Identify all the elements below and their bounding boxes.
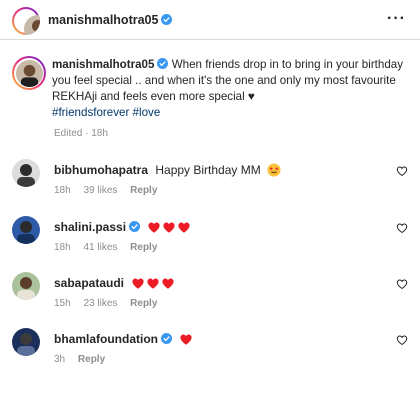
comment-body: bibhumohapatra Happy Birthday MM (54, 163, 282, 177)
post-header: manishmalhotra05 ··· (0, 0, 420, 40)
comment-time: 15h (54, 298, 71, 309)
comment-likes[interactable]: 23 likes (83, 298, 117, 309)
reply-button[interactable]: Reply (130, 242, 157, 253)
caption-author-avatar[interactable] (12, 56, 46, 90)
commenter-avatar[interactable] (12, 272, 40, 300)
three-red-hearts-icon (147, 220, 192, 234)
three-red-hearts-icon (131, 276, 176, 290)
avatar-image (24, 15, 40, 35)
caption-author-username[interactable]: manishmalhotra05 (52, 58, 154, 71)
comment-item: bhamlafoundation 3h Reply (12, 328, 408, 378)
commenter-avatar[interactable] (12, 328, 40, 356)
comment-likes[interactable]: 39 likes (83, 185, 117, 196)
like-heart-icon[interactable] (396, 334, 408, 346)
caption-edited-time: Edited · 18h (54, 128, 108, 139)
post-author-username[interactable]: manishmalhotra05 (48, 13, 173, 27)
commenter-username[interactable]: bibhumohapatra (54, 163, 148, 177)
comment-meta: 18h 41 likes Reply (54, 242, 167, 253)
comment-meta: 18h 39 likes Reply (54, 185, 167, 196)
reply-button[interactable]: Reply (130, 298, 157, 309)
verified-badge-icon (129, 221, 141, 232)
commenter-username[interactable]: shalini.passi (54, 220, 126, 234)
avatar-image (15, 59, 43, 87)
reply-button[interactable]: Reply (130, 185, 157, 196)
commenter-username[interactable]: sabapataudi (54, 276, 124, 290)
comment-body: sabapataudi (54, 276, 176, 290)
verified-badge-icon (161, 14, 173, 25)
commenter-username[interactable]: bhamlafoundation (54, 332, 158, 346)
comment-time: 3h (54, 354, 66, 365)
verified-badge-icon (161, 333, 172, 344)
commenter-avatar[interactable] (12, 159, 40, 187)
comment-meta: 3h Reply (54, 354, 115, 365)
comment-body: shalini.passi (54, 220, 192, 234)
reply-button[interactable]: Reply (78, 354, 105, 365)
comment-item: bibhumohapatra Happy Birthday MM 18h 39 … (12, 159, 408, 209)
verified-badge-icon (157, 58, 169, 69)
caption-text: manishmalhotra05 When friends drop in to… (52, 57, 408, 121)
comment-text: Happy Birthday MM (155, 163, 261, 177)
more-options-icon[interactable]: ··· (387, 10, 406, 28)
comment-meta: 15h 23 likes Reply (54, 298, 167, 309)
comment-item: sabapataudi 15h 23 likes Reply (12, 272, 408, 322)
like-heart-icon[interactable] (396, 222, 408, 234)
comment-item: shalini.passi 18h 41 likes Reply (12, 216, 408, 266)
comment-time: 18h (54, 242, 71, 253)
red-heart-icon (179, 332, 193, 346)
comment-body: bhamlafoundation (54, 332, 194, 346)
caption-hashtags[interactable]: #friendsforever #love (52, 106, 160, 119)
profile-avatar[interactable] (12, 7, 40, 35)
commenter-avatar[interactable] (12, 216, 40, 244)
star-struck-emoji-icon (267, 163, 281, 177)
comment-time: 18h (54, 185, 71, 196)
like-heart-icon[interactable] (396, 278, 408, 290)
comment-likes[interactable]: 41 likes (83, 242, 117, 253)
like-heart-icon[interactable] (396, 165, 408, 177)
